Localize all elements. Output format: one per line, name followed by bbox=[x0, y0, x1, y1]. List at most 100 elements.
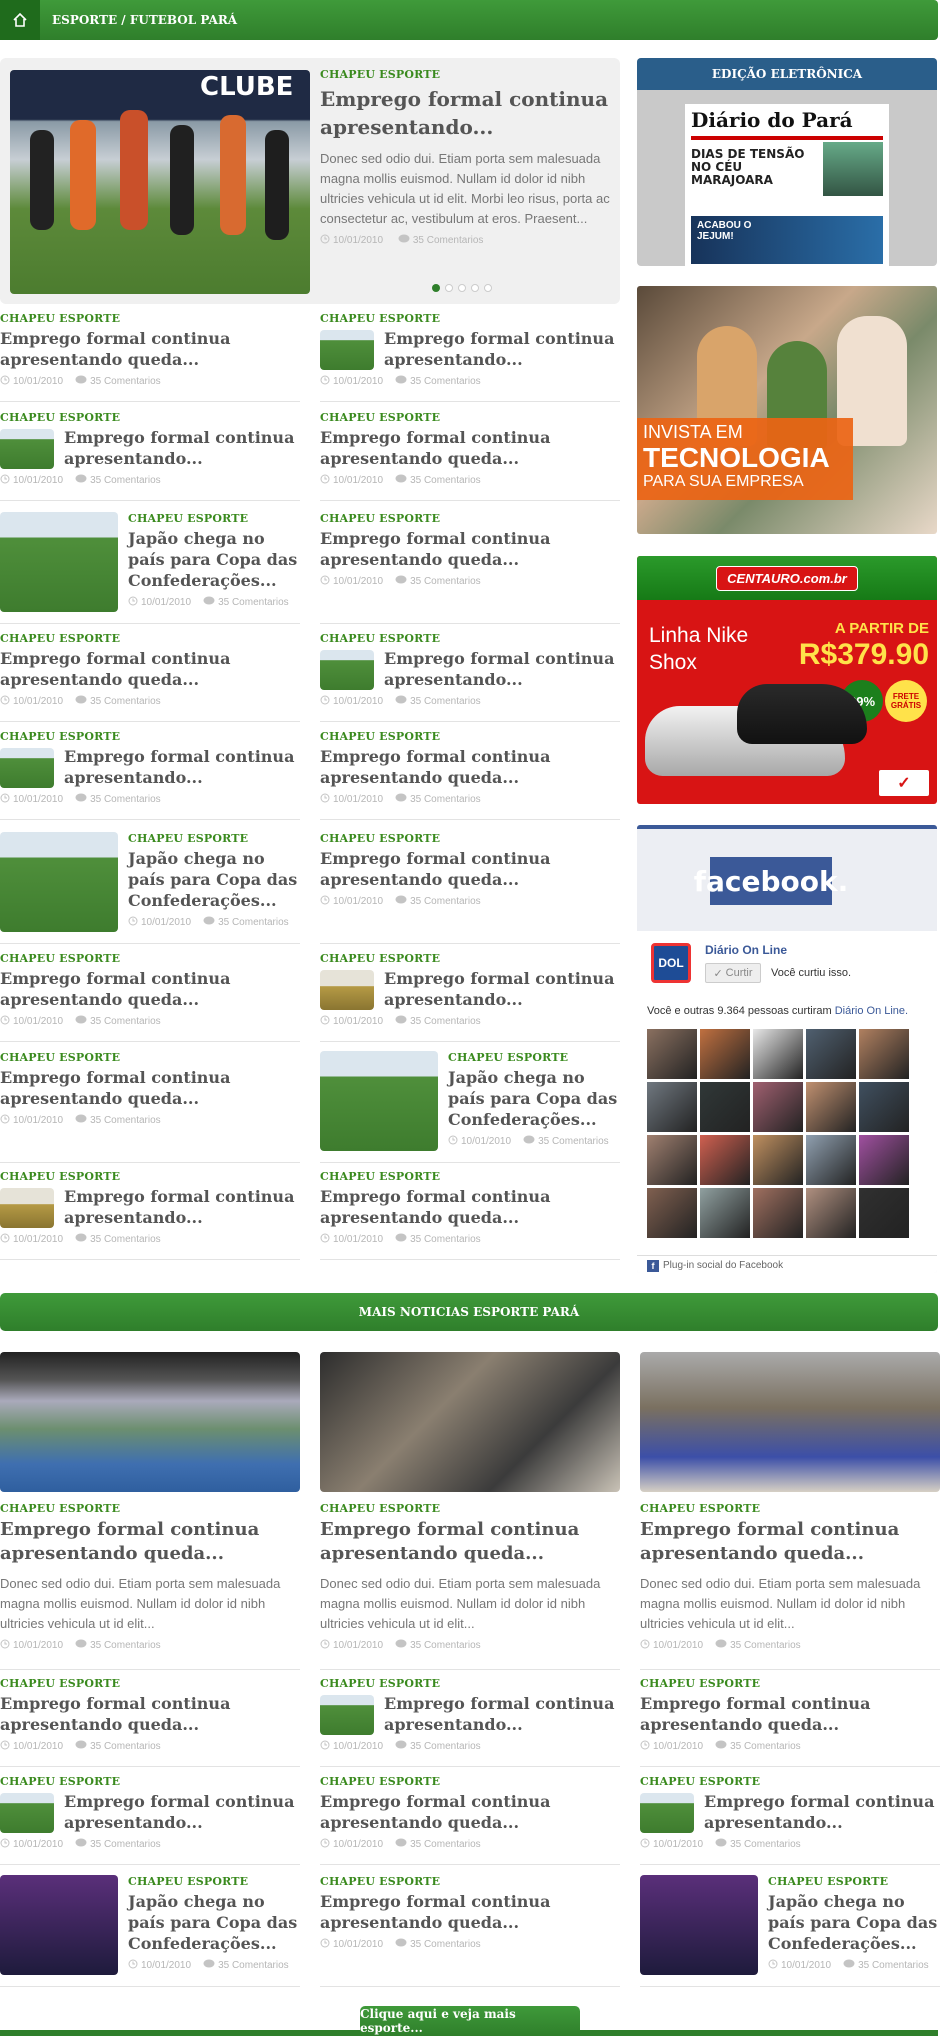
item-thumbnail[interactable] bbox=[0, 748, 54, 788]
item-title[interactable]: Emprego formal continua apresentando que… bbox=[0, 328, 300, 370]
item-kicker[interactable]: CHAPEU ESPORTE bbox=[128, 832, 300, 845]
comments-count[interactable]: 35 Comentarios bbox=[90, 1839, 161, 1850]
item-title[interactable]: Emprego formal continua apresentando que… bbox=[0, 1693, 300, 1735]
ad-centauro[interactable]: CENTAURO.com.br Linha Nike Shox A PARTIR… bbox=[637, 556, 937, 804]
item-title[interactable]: Japão chega no país para Copa das Confed… bbox=[128, 848, 300, 911]
list-item[interactable]: CHAPEU ESPORTE Emprego formal continua ap… bbox=[0, 632, 300, 722]
item-title[interactable]: Emprego formal continua apresentando... bbox=[704, 1791, 940, 1833]
comments-count[interactable]: 35 Comentarios bbox=[218, 1960, 289, 1971]
fan-avatar[interactable] bbox=[753, 1029, 803, 1079]
item-title[interactable]: Emprego formal continua apresentando que… bbox=[320, 1891, 620, 1933]
newspaper-cover[interactable]: Diário do Pará DIAS DE TENSÃO NO CÉU MAR… bbox=[685, 104, 889, 266]
big-news-card[interactable]: CHAPEU ESPORTE Emprego formal continua a… bbox=[640, 1352, 940, 1670]
item-title[interactable]: Emprego formal continua apresentando que… bbox=[0, 648, 300, 690]
item-kicker[interactable]: CHAPEU ESPORTE bbox=[320, 832, 620, 845]
comments-count[interactable]: 35 Comentarios bbox=[90, 1115, 161, 1126]
featured-kicker[interactable]: CHAPEU ESPORTE bbox=[320, 68, 610, 81]
comments-count[interactable]: 35 Comentarios bbox=[410, 576, 481, 587]
slider-dot[interactable] bbox=[445, 284, 453, 292]
comments-count[interactable]: 35 Comentarios bbox=[218, 597, 289, 608]
fan-avatar[interactable] bbox=[700, 1029, 750, 1079]
fan-avatar[interactable] bbox=[859, 1082, 909, 1132]
comments-count[interactable]: 35 Comentarios bbox=[410, 1234, 481, 1245]
item-title[interactable]: Emprego formal continua apresentando... bbox=[64, 427, 300, 469]
list-item[interactable]: CHAPEU ESPORTE Emprego formal continua ap… bbox=[0, 1051, 300, 1163]
fan-avatar[interactable] bbox=[806, 1029, 856, 1079]
item-kicker[interactable]: CHAPEU ESPORTE bbox=[0, 1502, 300, 1515]
item-thumbnail[interactable] bbox=[320, 650, 374, 690]
fan-avatar[interactable] bbox=[647, 1188, 697, 1238]
fan-avatar[interactable] bbox=[859, 1188, 909, 1238]
item-title[interactable]: Emprego formal continua apresentando que… bbox=[320, 427, 620, 469]
list-item[interactable]: CHAPEU ESPORTE Japão chega no país para C… bbox=[640, 1875, 940, 1987]
comments-count[interactable]: 35 Comentarios bbox=[730, 1741, 801, 1752]
big-news-image[interactable] bbox=[320, 1352, 620, 1492]
ad-tecnologia[interactable]: INVISTA EM TECNOLOGIA PARA SUA EMPRESA bbox=[637, 286, 937, 534]
slider-dot[interactable] bbox=[471, 284, 479, 292]
edicao-eletronica-widget[interactable]: EDIÇÃO ELETRÔNICA Diário do Pará DIAS DE… bbox=[637, 58, 937, 266]
item-thumbnail[interactable] bbox=[0, 512, 118, 612]
item-kicker[interactable]: CHAPEU ESPORTE bbox=[320, 632, 620, 645]
item-title[interactable]: Emprego formal continua apresentando... bbox=[384, 648, 620, 690]
item-title[interactable]: Emprego formal continua apresentando... bbox=[64, 1186, 300, 1228]
list-item[interactable]: CHAPEU ESPORTE Emprego formal continua ap… bbox=[0, 730, 300, 820]
comments-count[interactable]: 35 Comentarios bbox=[90, 1741, 161, 1752]
big-news-card[interactable]: CHAPEU ESPORTE Emprego formal continua a… bbox=[320, 1352, 620, 1670]
item-title[interactable]: Emprego formal continua apresentando que… bbox=[320, 848, 620, 890]
list-item[interactable]: CHAPEU ESPORTE Emprego formal continua ap… bbox=[640, 1775, 940, 1865]
fan-avatar[interactable] bbox=[806, 1188, 856, 1238]
list-item[interactable]: CHAPEU ESPORTE Emprego formal continua ap… bbox=[320, 952, 620, 1042]
item-thumbnail[interactable] bbox=[640, 1875, 758, 1975]
comments-count[interactable]: 35 Comentarios bbox=[730, 1839, 801, 1850]
item-title[interactable]: Emprego formal continua apresentando... bbox=[384, 968, 620, 1010]
list-item[interactable]: CHAPEU ESPORTE Japão chega no país para C… bbox=[0, 512, 300, 624]
list-item[interactable]: CHAPEU ESPORTE Emprego formal continua ap… bbox=[0, 1677, 300, 1767]
item-kicker[interactable]: CHAPEU ESPORTE bbox=[640, 1775, 940, 1788]
item-kicker[interactable]: CHAPEU ESPORTE bbox=[448, 1051, 620, 1064]
list-item[interactable]: CHAPEU ESPORTE Emprego formal continua ap… bbox=[320, 632, 620, 722]
breadcrumb[interactable]: ESPORTE / FUTEBOL PARÁ bbox=[52, 13, 237, 27]
slider-dot[interactable] bbox=[458, 284, 466, 292]
item-title[interactable]: Japão chega no país para Copa das Confed… bbox=[768, 1891, 940, 1954]
fan-avatar[interactable] bbox=[859, 1135, 909, 1185]
list-item[interactable]: CHAPEU ESPORTE Emprego formal continua ap… bbox=[0, 952, 300, 1042]
item-thumbnail[interactable] bbox=[0, 832, 118, 932]
item-title[interactable]: Emprego formal continua apresentando que… bbox=[320, 1791, 620, 1833]
big-news-card[interactable]: CHAPEU ESPORTE Emprego formal continua a… bbox=[0, 1352, 300, 1670]
home-icon[interactable] bbox=[0, 0, 40, 40]
fan-avatar[interactable] bbox=[859, 1029, 909, 1079]
list-item[interactable]: CHAPEU ESPORTE Emprego formal continua ap… bbox=[320, 312, 620, 402]
slider-dot-active[interactable] bbox=[432, 284, 440, 292]
fb-others-link[interactable]: Diário On Line. bbox=[835, 1005, 908, 1017]
comments-count[interactable]: 35 Comentarios bbox=[410, 475, 481, 486]
list-item[interactable]: CHAPEU ESPORTE Japão chega no país para C… bbox=[320, 1051, 620, 1163]
item-kicker[interactable]: CHAPEU ESPORTE bbox=[320, 1502, 620, 1515]
facebook-logo[interactable]: facebook. bbox=[694, 857, 848, 905]
item-kicker[interactable]: CHAPEU ESPORTE bbox=[640, 1677, 940, 1690]
item-title[interactable]: Emprego formal continua apresentando... bbox=[64, 1791, 300, 1833]
item-kicker[interactable]: CHAPEU ESPORTE bbox=[320, 512, 620, 525]
comments-count[interactable]: 35 Comentarios bbox=[410, 1640, 481, 1651]
slider-dot[interactable] bbox=[484, 284, 492, 292]
list-item[interactable]: CHAPEU ESPORTE Emprego formal continua ap… bbox=[320, 1677, 620, 1767]
fan-avatar[interactable] bbox=[753, 1188, 803, 1238]
fan-avatar[interactable] bbox=[753, 1135, 803, 1185]
item-kicker[interactable]: CHAPEU ESPORTE bbox=[128, 512, 300, 525]
list-item[interactable]: CHAPEU ESPORTE Emprego formal continua ap… bbox=[320, 512, 620, 624]
comments-count[interactable]: 35 Comentarios bbox=[90, 475, 161, 486]
fan-avatar[interactable] bbox=[647, 1135, 697, 1185]
item-kicker[interactable]: CHAPEU ESPORTE bbox=[320, 411, 620, 424]
item-title[interactable]: Emprego formal continua apresentando... bbox=[64, 746, 300, 788]
comments-count[interactable]: 35 Comentarios bbox=[410, 1016, 481, 1027]
page-avatar[interactable]: DOL bbox=[651, 943, 691, 983]
item-kicker[interactable]: CHAPEU ESPORTE bbox=[0, 1677, 300, 1690]
item-thumbnail[interactable] bbox=[0, 429, 54, 469]
comments-count[interactable]: 35 Comentarios bbox=[410, 794, 481, 805]
comments-count[interactable]: 35 Comentarios bbox=[90, 1016, 161, 1027]
item-title[interactable]: Emprego formal continua apresentando... bbox=[384, 328, 620, 370]
fan-avatar[interactable] bbox=[806, 1082, 856, 1132]
list-item[interactable]: CHAPEU ESPORTE Emprego formal continua ap… bbox=[0, 1170, 300, 1260]
big-news-image[interactable] bbox=[0, 1352, 300, 1492]
facebook-widget[interactable]: facebook. DOL Diário On Line ✓ Curtir Vo… bbox=[637, 825, 937, 1273]
item-title[interactable]: Emprego formal continua apresentando que… bbox=[0, 1518, 300, 1566]
